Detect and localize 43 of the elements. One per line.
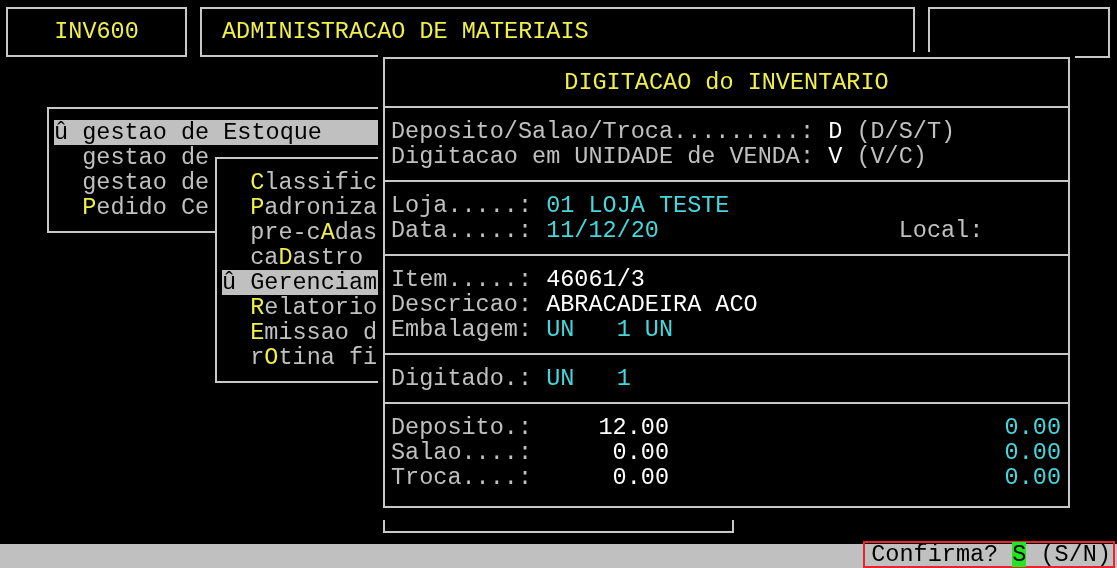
field-value: D	[828, 119, 843, 144]
field-label: Deposito/Salao/Troca.........:	[391, 119, 815, 144]
field-value: 46061/3	[546, 267, 645, 292]
field-label: Descricao:	[391, 292, 533, 317]
field-label: Item.....:	[391, 267, 533, 292]
system-title: ADMINISTRACAO DE MATERIAIS	[222, 18, 589, 45]
field-value: 01 LOJA TESTE	[546, 193, 730, 218]
menu-item[interactable]: Relatorio	[222, 295, 381, 320]
field-label: Embalagem:	[391, 317, 533, 342]
field-label: Loja.....:	[391, 193, 533, 218]
amount-value: 0.00	[1004, 464, 1061, 491]
amount-value: 0.00	[612, 464, 670, 491]
menu-item[interactable]: Padroniza	[222, 195, 381, 220]
menu-item[interactable]: û gestao de Estoque	[54, 120, 381, 145]
amount-value: 0.00	[1004, 439, 1061, 466]
field-value: 11/12/20	[546, 218, 659, 243]
amount-value: 0.00	[612, 439, 670, 466]
option-hint: (V/C)	[856, 144, 927, 169]
amount-value: 12.00	[598, 414, 670, 441]
answer-field[interactable]: S	[1012, 542, 1027, 567]
option-hint: (S/N)	[1040, 542, 1111, 567]
confirm-prompt: Confirma?	[871, 542, 999, 567]
menu-item[interactable]: û Gerenciam	[222, 270, 381, 295]
program-code: INV600	[54, 18, 139, 45]
menu-item[interactable]: Classific	[222, 170, 381, 195]
field-value: UN 1	[546, 366, 631, 391]
menu-item[interactable]: pre-cAdas	[222, 220, 381, 245]
field-label: Digitado.:	[391, 366, 533, 391]
menu-item[interactable]: Emissao d	[222, 320, 381, 345]
field-label: Deposito.:	[391, 415, 533, 440]
dialog-title: DIGITACAO do INVENTARIO	[564, 69, 889, 96]
field-value: UN 1 UN	[546, 317, 674, 342]
menu-item[interactable]: caDastro	[222, 245, 381, 270]
field-label: Digitacao em UNIDADE de VENDA:	[391, 144, 815, 169]
field-label: Local:	[898, 218, 984, 243]
menu-item[interactable]: rOtina fi	[222, 345, 381, 370]
amount-value: 0.00	[1004, 414, 1061, 441]
option-hint: (D/S/T)	[856, 119, 956, 144]
field-value: ABRACADEIRA ACO	[546, 292, 758, 317]
field-label: Salao....:	[391, 440, 533, 465]
field-value: V	[828, 144, 843, 169]
field-label: Data.....:	[391, 218, 533, 243]
field-label: Troca....:	[391, 465, 533, 490]
